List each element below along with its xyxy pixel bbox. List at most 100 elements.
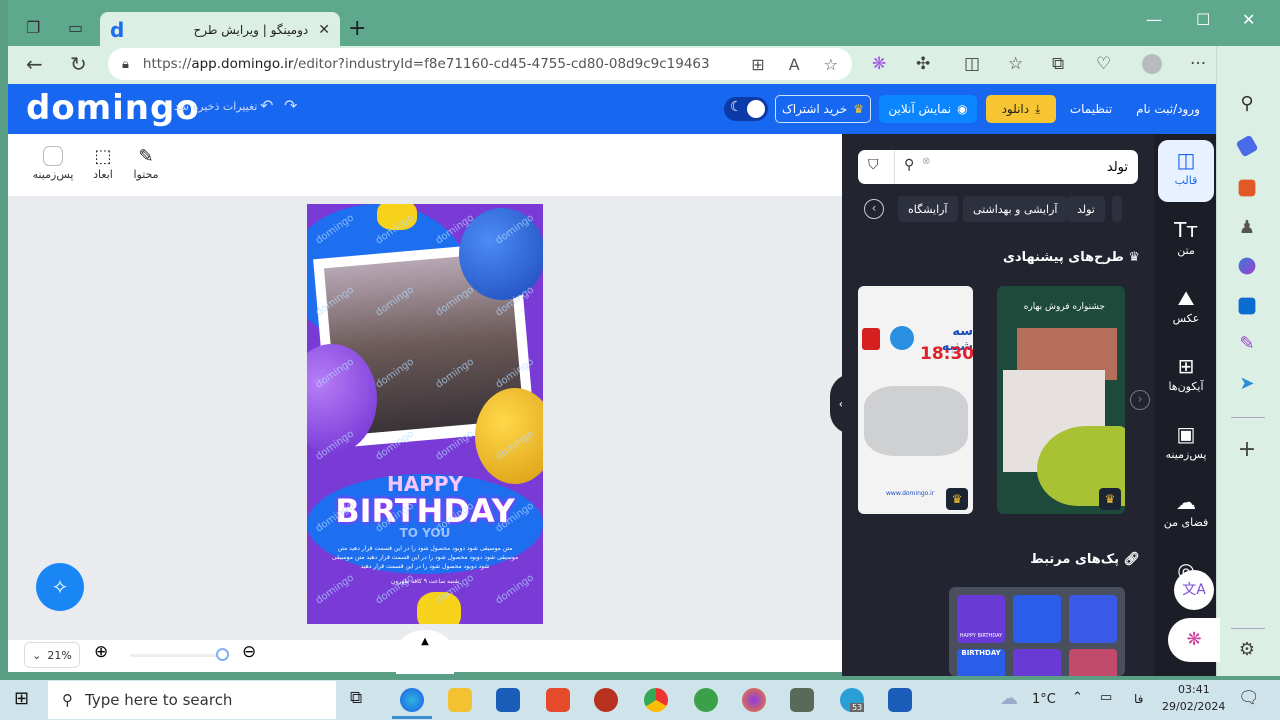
word-icon[interactable]	[888, 688, 912, 712]
telegram-icon[interactable]: ➤	[1233, 370, 1261, 398]
more-icon[interactable]: ···	[1190, 54, 1206, 74]
rail-background[interactable]: ▣ پس‌زمینه	[1158, 414, 1214, 476]
app-available-icon[interactable]: ⊞	[751, 55, 764, 74]
chrome-icon[interactable]	[644, 688, 668, 712]
undo-icon[interactable]: ↶	[260, 96, 273, 115]
minimize-button[interactable]: —	[1146, 10, 1162, 29]
shopping-tag-icon[interactable]	[1235, 134, 1259, 158]
rail-icons[interactable]: ⊞ آیکون‌ها	[1158, 346, 1214, 408]
p-app-icon[interactable]	[594, 688, 618, 712]
related-title: 🔗︎ پک‌های مرتبط	[990, 552, 1140, 567]
zoom-out-icon[interactable]: ⊖	[242, 642, 256, 662]
read-aloud-icon[interactable]: A	[789, 55, 800, 74]
rail-my-space[interactable]: ☁ فضای من	[1158, 482, 1214, 544]
lock-icon[interactable]: 🔒︎	[122, 57, 129, 72]
zoom-select[interactable]: ⌄ 21%	[24, 642, 80, 668]
split-screen-icon[interactable]: ◫	[964, 54, 980, 74]
copilot-brain-icon[interactable]: ❋	[872, 54, 886, 74]
chip-birthday[interactable]: تولد	[1067, 196, 1105, 222]
zoom-slider-handle[interactable]	[216, 648, 229, 661]
resize-tool[interactable]: ⬚ ابعاد	[80, 146, 126, 181]
show-hidden-icons[interactable]: ⌃	[1072, 690, 1083, 705]
translate-icon: 文A	[1182, 582, 1206, 598]
favorites-list-icon[interactable]: ☆	[1008, 54, 1023, 74]
refresh-icon[interactable]: ↻	[70, 52, 87, 76]
idm-icon[interactable]	[694, 688, 718, 712]
chip-cosmetics[interactable]: آرایشی و بهداشتی	[963, 196, 1068, 222]
premium-crown-icon: ♛	[1099, 488, 1121, 510]
background-color-tool[interactable]: پس‌زمینه	[28, 146, 78, 181]
redo-icon[interactable]: ↷	[284, 96, 297, 115]
collections-icon[interactable]: ⧉	[1052, 54, 1064, 74]
designer-icon[interactable]: ✎	[1233, 330, 1261, 358]
template-card-match[interactable]: سه شنبه 18:30 www.domingo.ir ♛	[858, 286, 973, 514]
tools-icon[interactable]	[1238, 179, 1256, 197]
close-window-button[interactable]: ✕	[1242, 10, 1255, 29]
add-icon[interactable]: +	[1233, 436, 1261, 464]
design-canvas[interactable]: HAPPY BIRTHDAY TO YOU متن موسیقی شود دوب…	[307, 204, 543, 624]
preview-button[interactable]: ◉ نمایش آنلاین	[879, 95, 977, 123]
related-pack-card[interactable]: HAPPY BIRTHDAY BIRTHDAY	[949, 587, 1125, 676]
zoom-in-icon[interactable]: ⊕	[94, 642, 108, 662]
chip-salon[interactable]: آرایشگاه	[898, 196, 958, 222]
tab-actions-icon[interactable]: ▭	[68, 18, 83, 37]
task-view-icon[interactable]: ⧉	[350, 688, 362, 708]
clock-date[interactable]: 29/02/2024	[1162, 700, 1225, 713]
microsoft365-icon[interactable]	[1238, 257, 1256, 275]
windows-start-icon[interactable]: ⊞	[14, 688, 29, 709]
back-icon[interactable]: ←	[26, 52, 43, 76]
firefox-icon[interactable]	[742, 688, 766, 712]
search-input[interactable]	[948, 154, 1128, 180]
magic-wand-button[interactable]: ✧	[36, 563, 84, 611]
clear-search-icon[interactable]: ⊗	[922, 156, 930, 167]
filter-icon[interactable]: ⛉	[868, 157, 879, 173]
rail-templates[interactable]: ◫ قالب	[1158, 140, 1214, 202]
notifications-icon[interactable]: 🗨︎	[1238, 688, 1260, 708]
tab-close-icon[interactable]: ✕	[318, 22, 330, 38]
address-bar[interactable]: 🔒︎ https://app.domingo.ir/editor?industr…	[108, 48, 852, 80]
chips-scroll-left[interactable]: ‹	[864, 199, 884, 219]
theme-toggle[interactable]: ☾	[724, 97, 768, 121]
taskbar-search[interactable]: ⚲ Type here to search	[48, 681, 336, 719]
favorite-star-icon[interactable]: ☆	[824, 55, 838, 74]
download-button[interactable]: ⤓ دانلود	[986, 95, 1056, 123]
battery-icon[interactable]: ▭	[1100, 690, 1112, 705]
settings-link[interactable]: تنظیمات	[1066, 95, 1116, 123]
outlook-icon[interactable]	[1238, 297, 1256, 315]
url-path: /editor?industryId=f8e71160-cd45-4755-cd…	[293, 56, 710, 72]
weather-temp[interactable]: 1°C	[1032, 692, 1056, 707]
chip-partial[interactable]	[1112, 196, 1122, 222]
profile-icon[interactable]	[1142, 54, 1162, 74]
expand-pages-button[interactable]: ▲	[396, 630, 454, 674]
pack-thumb	[1013, 595, 1061, 643]
login-link[interactable]: ورود/ثبت نام	[1132, 95, 1204, 123]
carousel-next[interactable]: ›	[1130, 390, 1150, 410]
edge-taskbar-icon[interactable]	[400, 688, 424, 712]
tab-active[interactable]: d دومینگو | ویرایش طرح ✕	[100, 12, 340, 48]
translate-button[interactable]: 文A	[1174, 570, 1214, 610]
suggested-title-text: طرح‌های پیشنهادی	[1003, 250, 1124, 265]
template-card-spring-sale[interactable]: جشنواره فروش بهاره ♛	[997, 286, 1125, 514]
subscribe-button[interactable]: ♛ خرید اشتراک	[775, 95, 871, 123]
file-explorer-icon[interactable]	[448, 688, 472, 712]
search-icon[interactable]: ⚲	[1233, 90, 1261, 118]
browser-essentials-icon[interactable]: ♡	[1096, 54, 1111, 74]
template-icon: ◫	[1176, 148, 1196, 172]
copilot-float-button[interactable]: ❋	[1168, 618, 1220, 662]
content-tool[interactable]: ✎ محتوا	[123, 146, 169, 181]
rail-text[interactable]: Tт متن	[1158, 210, 1214, 272]
workspaces-icon[interactable]: ❐	[26, 18, 40, 37]
store-icon[interactable]	[496, 688, 520, 712]
language-indicator[interactable]: فا	[1134, 692, 1143, 706]
clock-time[interactable]: 03:41	[1178, 683, 1210, 696]
new-tab-button[interactable]: +	[348, 16, 366, 41]
maximize-button[interactable]: ☐	[1196, 10, 1210, 29]
games-icon[interactable]: ♟	[1233, 214, 1261, 242]
crown-icon: ♛	[853, 102, 864, 116]
cursor-app-icon[interactable]	[546, 688, 570, 712]
settings-icon[interactable]: ⚙	[1233, 636, 1261, 664]
extensions-icon[interactable]: ✣	[916, 54, 930, 74]
zoom-slider[interactable]	[130, 654, 220, 657]
rail-photo[interactable]: ⛰ عکس	[1158, 278, 1214, 340]
terminal-icon[interactable]	[790, 688, 814, 712]
